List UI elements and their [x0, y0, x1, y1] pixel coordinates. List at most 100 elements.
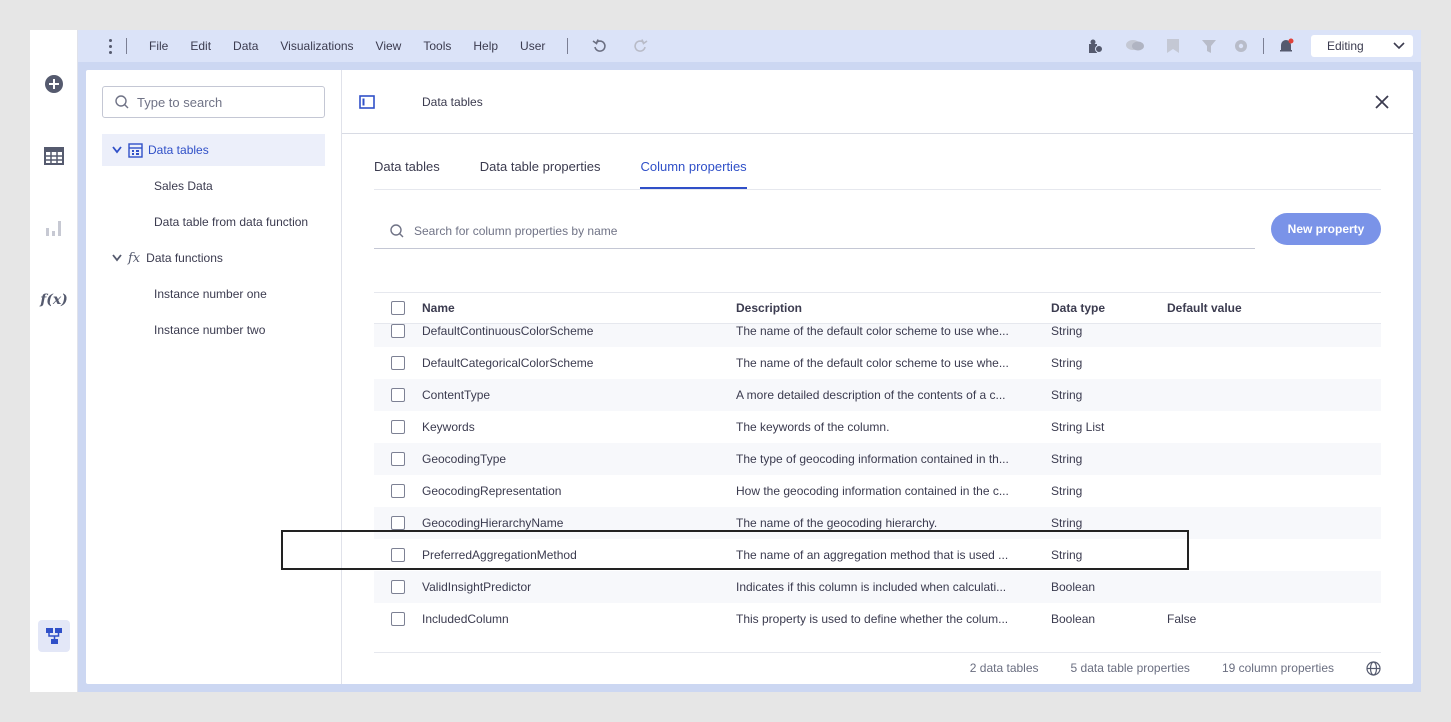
cell-description: The name of the default color scheme to … — [736, 324, 1009, 338]
row-checkbox[interactable] — [391, 548, 405, 562]
fx-icon: fx — [128, 250, 141, 266]
cell-name: GeocodingHierarchyName — [422, 516, 564, 530]
row-checkbox[interactable] — [391, 388, 405, 402]
table-body: DefaultContinuousColorScheme The name of … — [374, 324, 1381, 652]
row-checkbox[interactable] — [391, 356, 405, 370]
function-icon[interactable]: f(x) — [38, 284, 70, 316]
column-search-placeholder: Search for column properties by name — [414, 223, 618, 238]
tree-item-label: Instance number one — [154, 287, 267, 301]
tree-item-data-table-from-function[interactable]: Data table from data function — [102, 206, 325, 238]
data-access-icon[interactable] — [1084, 35, 1106, 57]
header-data-type[interactable]: Data type — [1051, 301, 1167, 315]
cell-data-type: Boolean — [1051, 612, 1096, 626]
new-property-button[interactable]: New property — [1271, 213, 1381, 245]
table-row[interactable]: Keywords The keywords of the column. Strin… — [374, 411, 1381, 443]
data-canvas-icon[interactable] — [38, 620, 70, 652]
menu-help[interactable]: Help — [462, 30, 509, 62]
tree-item-data-functions[interactable]: fx Data functions — [102, 242, 325, 274]
cell-data-type: String List — [1051, 420, 1105, 434]
tree-item-instance-one[interactable]: Instance number one — [102, 278, 325, 310]
tree-item-sales-data[interactable]: Sales Data — [102, 170, 325, 202]
row-checkbox[interactable] — [391, 324, 405, 338]
collapse-sidebar-icon[interactable] — [359, 95, 375, 109]
row-checkbox[interactable] — [391, 452, 405, 466]
toolbar-right: Editing — [1084, 30, 1413, 62]
bookmark-icon[interactable] — [1162, 35, 1184, 57]
table-row[interactable]: GeocodingHierarchyName The name of the ge… — [374, 507, 1381, 539]
redo-icon[interactable] — [629, 35, 651, 57]
chevron-down-icon[interactable] — [112, 146, 122, 154]
column-properties-table: Name Description Data type Default value… — [374, 292, 1381, 652]
menu-view[interactable]: View — [365, 30, 413, 62]
cell-data-type: String — [1051, 388, 1083, 402]
cell-name: DefaultContinuousColorScheme — [422, 324, 594, 338]
table-header: Name Description Data type Default value — [374, 292, 1381, 324]
page-title: Data tables — [422, 95, 483, 109]
table-row[interactable]: GeocodingType The type of geocoding infor… — [374, 443, 1381, 475]
cell-description: The name of the default color scheme to … — [736, 356, 1009, 370]
tab-data-tables[interactable]: Data tables — [374, 159, 440, 189]
row-check-cell — [374, 452, 422, 466]
menu-edit[interactable]: Edit — [179, 30, 222, 62]
mode-select[interactable]: Editing — [1311, 35, 1413, 57]
menu-user[interactable]: User — [509, 30, 556, 62]
table-row[interactable]: GeocodingRepresentation How the geocoding… — [374, 475, 1381, 507]
table-row[interactable]: PreferredAggregationMethod The name of an… — [374, 539, 1381, 571]
sidebar: Type to search Data tables Sales Data Da… — [86, 70, 342, 684]
menu-bar: File Edit Data Visualizations View Tools… — [78, 30, 1421, 62]
bar-chart-icon[interactable] — [38, 212, 70, 244]
more-menu-icon[interactable] — [94, 38, 126, 54]
chevron-down-icon[interactable] — [112, 254, 122, 262]
row-check-cell — [374, 484, 422, 498]
search-icon — [390, 223, 404, 237]
sidebar-search-input[interactable]: Type to search — [102, 86, 325, 118]
globe-icon[interactable] — [1366, 660, 1381, 676]
column-search-input[interactable]: Search for column properties by name — [374, 213, 1255, 249]
menu-visualizations[interactable]: Visualizations — [269, 30, 364, 62]
notifications-icon[interactable] — [1275, 35, 1297, 57]
row-checkbox[interactable] — [391, 516, 405, 530]
divider — [1263, 38, 1264, 54]
menu-data[interactable]: Data — [222, 30, 269, 62]
cell-description: This property is used to define whether … — [736, 612, 1009, 626]
row-checkbox[interactable] — [391, 420, 405, 434]
row-check-cell — [374, 612, 422, 626]
select-all-checkbox[interactable] — [391, 301, 405, 315]
menu-file[interactable]: File — [138, 30, 179, 62]
undo-icon[interactable] — [589, 35, 611, 57]
cell-default-value: False — [1167, 612, 1197, 626]
add-icon[interactable] — [38, 68, 70, 100]
settings-icon[interactable] — [1230, 35, 1252, 57]
cell-name: ContentType — [422, 388, 491, 402]
comments-icon[interactable] — [1124, 35, 1146, 57]
table-row[interactable]: DefaultContinuousColorScheme The name of … — [374, 324, 1381, 347]
close-icon[interactable] — [1374, 94, 1390, 110]
tab-data-table-properties[interactable]: Data table properties — [480, 159, 601, 189]
data-table-icon[interactable] — [38, 140, 70, 172]
tree-item-label: Instance number two — [154, 323, 266, 337]
table-row[interactable]: ValidInsightPredictor Indicates if this c… — [374, 571, 1381, 603]
header-default-value[interactable]: Default value — [1167, 301, 1367, 315]
row-checkbox[interactable] — [391, 580, 405, 594]
left-rail: f(x) — [30, 30, 78, 692]
tree-item-instance-two[interactable]: Instance number two — [102, 314, 325, 346]
tabs-divider — [374, 189, 1381, 190]
table-row[interactable]: DefaultCategoricalColorScheme The name of… — [374, 347, 1381, 379]
row-check-cell — [374, 324, 422, 338]
table-row[interactable]: IncludedColumn This property is used to d… — [374, 603, 1381, 635]
search-icon — [115, 95, 129, 109]
cell-data-type: Boolean — [1051, 580, 1096, 594]
cell-data-type: String — [1051, 484, 1083, 498]
table-row[interactable]: ContentType A more detailed description o… — [374, 379, 1381, 411]
tree-item-data-tables[interactable]: Data tables — [102, 134, 325, 166]
menu-tools[interactable]: Tools — [412, 30, 462, 62]
header-name[interactable]: Name — [422, 301, 736, 315]
header-description[interactable]: Description — [736, 301, 1036, 315]
select-all-cell — [374, 301, 422, 315]
row-checkbox[interactable] — [391, 484, 405, 498]
filter-icon[interactable] — [1198, 35, 1220, 57]
tree-item-label: Data functions — [146, 251, 223, 265]
tab-column-properties[interactable]: Column properties — [640, 159, 747, 189]
table-rows: DefaultContinuousColorScheme The name of … — [374, 324, 1381, 635]
row-checkbox[interactable] — [391, 612, 405, 626]
